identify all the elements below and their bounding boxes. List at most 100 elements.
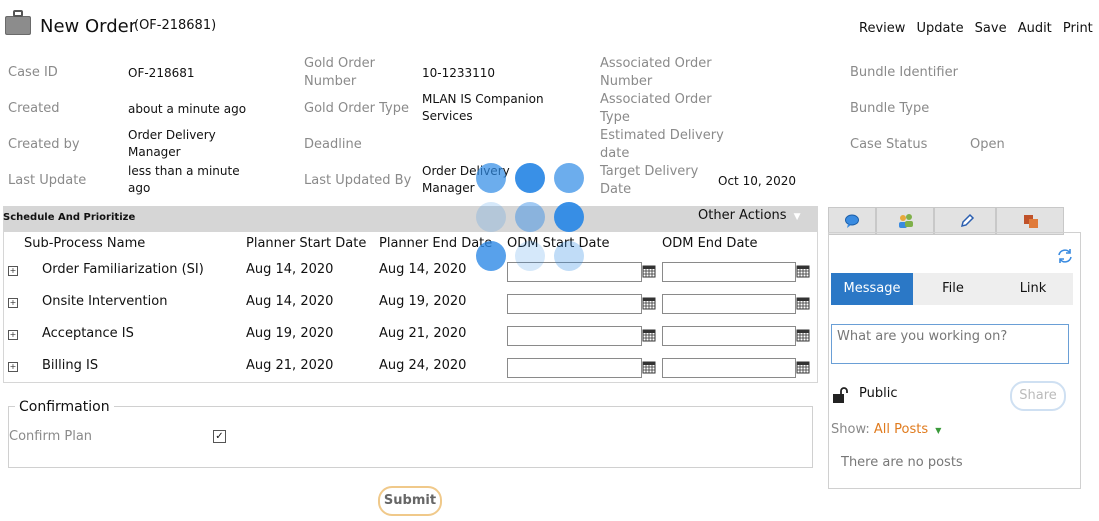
subprocess-name: Onsite Intervention [42,294,168,309]
calendar-icon[interactable] [796,264,810,278]
confirm-plan-checkbox[interactable]: ✓ [213,430,226,443]
planner-end-date: Aug 24, 2020 [379,358,467,373]
odm-start-date-input[interactable] [507,294,642,314]
gold-order-number-label-line2: Number [304,74,357,89]
gold-order-type-value-line2: Services [422,109,473,123]
assoc-order-type-label-line2: Type [600,110,630,125]
update-link[interactable]: Update [916,21,963,36]
planner-end-date: Aug 14, 2020 [379,262,467,277]
planner-start-date: Aug 14, 2020 [246,262,334,277]
confirm-plan-label: Confirm Plan [9,429,93,444]
calendar-icon[interactable] [796,296,810,310]
target-delivery-label: Target Delivery Date [600,163,698,199]
case-status-label: Case Status [850,137,928,152]
calendar-icon[interactable] [642,328,656,342]
deadline-label: Deadline [304,137,362,152]
odm-end-date-input[interactable] [662,294,796,314]
tab-edit[interactable] [934,207,996,235]
show-filter[interactable]: Show: All Posts ▼ [831,422,941,437]
gold-order-type-value-line1: MLAN IS Companion [422,92,544,106]
gold-order-type-label: Gold Order Type [304,101,409,116]
print-link[interactable]: Print [1063,21,1093,36]
spinner-dot [515,163,545,193]
tab-link[interactable]: Link [993,273,1073,305]
spinner-dot [554,163,584,193]
spinner-dot [476,241,506,271]
calendar-icon[interactable] [796,360,810,374]
visibility-label: Public [859,386,898,401]
documents-icon [1024,215,1038,228]
calendar-icon[interactable] [796,328,810,342]
empty-posts-text: There are no posts [841,455,963,470]
odm-start-date-input[interactable] [507,358,642,378]
tab-docs[interactable] [996,207,1064,235]
tab-chat[interactable] [828,207,876,235]
expand-row-icon[interactable]: + [8,298,18,308]
share-button[interactable]: Share [1010,381,1066,411]
spinner-dot [476,202,506,232]
planner-start-date: Aug 21, 2020 [246,358,334,373]
schedule-title: Schedule And Prioritize [3,212,136,223]
other-actions-menu[interactable]: Other Actions ▼ [698,208,801,223]
planner-end-date: Aug 19, 2020 [379,294,467,309]
case-id-paren: (OF-218681) [134,18,217,33]
created-by-label: Created by [8,137,80,152]
created-value: about a minute ago [128,102,247,116]
confirmation-legend: Confirmation [15,399,114,415]
expand-row-icon[interactable]: + [8,362,18,372]
case-id-value: OF-218681 [128,66,195,80]
col-odm-end: ODM End Date [662,236,758,251]
odm-end-date-input[interactable] [662,326,796,346]
people-icon [899,214,913,228]
last-update-value: less than a minute ago [128,163,240,197]
subprocess-name: Order Familiarization (SI) [42,262,204,277]
calendar-icon[interactable] [642,264,656,278]
assoc-order-number-label: Associated Order Number [600,55,712,91]
tab-message[interactable]: Message [831,273,913,305]
expand-row-icon[interactable]: + [8,330,18,340]
assoc-order-number-label-line2: Number [600,74,653,89]
subprocess-name: Billing IS [42,358,99,373]
save-link[interactable]: Save [975,21,1007,36]
last-update-value-line1: less than a minute [128,164,240,178]
expand-row-icon[interactable]: + [8,266,18,276]
est-delivery-label-line2: date [600,146,630,161]
spinner-dot [515,202,545,232]
odm-start-date-input[interactable] [507,326,642,346]
unlock-icon[interactable] [831,386,849,404]
last-update-label: Last Update [8,173,87,188]
show-label: Show: [831,422,870,437]
case-id-label: Case ID [8,65,58,80]
bundle-type-label: Bundle Type [850,101,930,116]
planner-end-date: Aug 21, 2020 [379,326,467,341]
calendar-icon[interactable] [642,360,656,374]
refresh-icon[interactable] [1056,247,1074,265]
audit-link[interactable]: Audit [1018,21,1052,36]
caret-down-icon: ▼ [935,426,942,435]
gold-order-number-label-line1: Gold Order [304,56,375,71]
est-delivery-label-line1: Estimated Delivery [600,128,724,143]
odm-end-date-input[interactable] [662,358,796,378]
caret-down-icon: ▼ [793,212,801,222]
calendar-icon[interactable] [642,296,656,310]
spinner-dot [554,202,584,232]
col-planner-start: Planner Start Date [246,236,367,251]
spinner-dot [476,163,506,193]
gold-order-type-value: MLAN IS Companion Services [422,91,544,125]
target-delivery-value: Oct 10, 2020 [718,174,796,188]
pencil-icon [960,213,975,228]
loading-spinner [475,162,587,274]
planner-start-date: Aug 14, 2020 [246,294,334,309]
odm-end-date-input[interactable] [662,262,796,282]
review-link[interactable]: Review [859,21,905,36]
subprocess-name: Acceptance IS [42,326,134,341]
assoc-order-type-label: Associated Order Type [600,91,712,127]
gold-order-number-label: Gold Order Number [304,55,375,91]
spinner-dot [515,241,545,271]
post-input[interactable]: What are you working on? [831,324,1069,364]
chat-bubble-icon [845,214,859,228]
tab-file[interactable]: File [913,273,993,305]
col-subprocess: Sub-Process Name [24,236,146,251]
tab-people[interactable] [876,207,934,235]
submit-button[interactable]: Submit [378,486,442,516]
